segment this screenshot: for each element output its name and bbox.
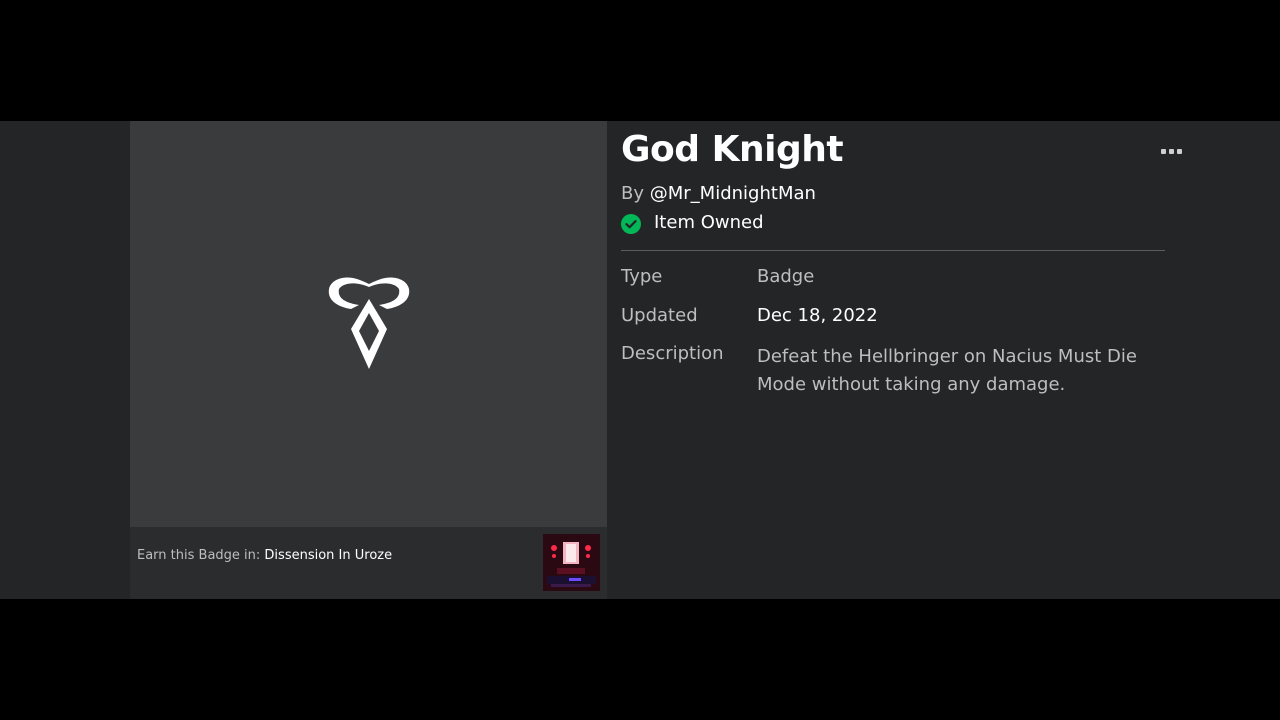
letterbox-bottom	[0, 599, 1280, 720]
earn-badge-bar: Earn this Badge in: Dissension In Uroze	[130, 527, 607, 599]
owned-text: Item Owned	[654, 212, 764, 233]
badge-thumbnail-panel: Earn this Badge in: Dissension In Uroze	[130, 121, 607, 599]
type-value: Badge	[757, 266, 815, 287]
more-dot-icon	[1177, 149, 1182, 154]
badge-rune-icon	[328, 277, 410, 369]
badge-thumbnail	[130, 121, 607, 527]
letterbox-top	[0, 0, 1280, 121]
more-dot-icon	[1161, 149, 1166, 154]
game-link[interactable]: Dissension In Uroze	[264, 548, 392, 563]
updated-value: Dec 18, 2022	[757, 305, 878, 326]
more-options-button[interactable]	[1161, 147, 1185, 159]
badge-page: Earn this Badge in: Dissension In Uroze	[0, 121, 1280, 599]
more-dot-icon	[1169, 149, 1174, 154]
earn-badge-text: Earn this Badge in: Dissension In Uroze	[137, 548, 392, 563]
updated-label: Updated	[621, 305, 698, 326]
type-label: Type	[621, 266, 663, 287]
divider	[621, 250, 1165, 251]
earn-badge-prefix: Earn this Badge in:	[137, 548, 261, 563]
creator-byline: By @Mr_MidnightMan	[621, 183, 816, 204]
description-value: Defeat the Hellbringer on Nacius Must Di…	[757, 346, 1137, 395]
description-label: Description	[621, 343, 724, 364]
game-thumbnail[interactable]	[543, 534, 600, 591]
check-circle-icon	[621, 214, 641, 234]
badge-details: God Knight By @Mr_MidnightMan Item Owned…	[621, 121, 1182, 599]
by-prefix: By	[621, 183, 645, 204]
badge-title: God Knight	[621, 129, 844, 170]
creator-link[interactable]: @Mr_MidnightMan	[650, 183, 816, 204]
